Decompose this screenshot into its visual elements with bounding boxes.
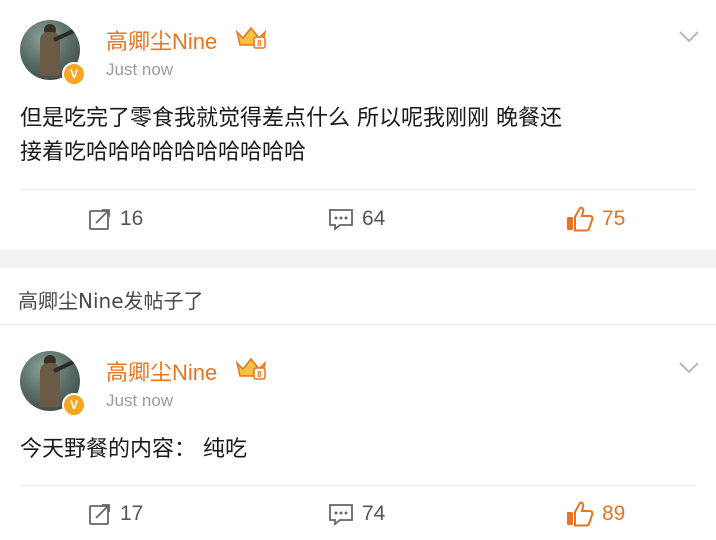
svg-text:8: 8: [257, 39, 262, 48]
post-time: Just now: [106, 391, 174, 410]
comment-icon: [329, 504, 353, 526]
comment-count: 74: [362, 502, 386, 525]
username[interactable]: 高卿尘Nine: [106, 355, 217, 387]
content-line: 今天野餐的内容： 纯吃: [20, 437, 247, 462]
repost-icon: [89, 209, 110, 230]
post-separator: [0, 250, 716, 268]
post-card[interactable]: V 高卿尘Nine 8 Just now 但是吃完了零食我就觉得差点什么 所以呢…: [0, 0, 716, 250]
like-count: 89: [602, 502, 626, 525]
svg-text:8: 8: [257, 370, 262, 379]
repost-button[interactable]: 17: [88, 502, 143, 526]
crown-icon: 8: [235, 26, 267, 49]
post-content: 今天野餐的内容： 纯吃: [20, 433, 247, 467]
like-button[interactable]: 75: [566, 206, 625, 232]
content-line: 接着吃哈哈哈哈哈哈哈哈哈哈: [20, 140, 307, 165]
post-notice[interactable]: 高卿尘Nine发帖子了: [18, 285, 204, 314]
repost-icon: [89, 504, 110, 525]
verified-badge-icon: V: [62, 62, 86, 86]
crown-icon: 8: [235, 357, 267, 380]
repost-count: 17: [120, 502, 144, 525]
divider: [20, 189, 696, 190]
verified-badge-icon: V: [62, 393, 86, 417]
repost-button[interactable]: 16: [88, 207, 143, 231]
comment-icon: [329, 209, 353, 231]
content-line: 但是吃完了零食我就觉得差点什么 所以呢我刚刚 晚餐还: [20, 106, 562, 131]
like-button[interactable]: 89: [566, 501, 625, 527]
divider: [20, 485, 696, 486]
thumbs-up-icon: [567, 501, 594, 527]
repost-count: 16: [120, 207, 144, 230]
comment-button[interactable]: 64: [328, 207, 385, 231]
thumbs-up-icon: [567, 206, 594, 232]
comment-button[interactable]: 74: [328, 502, 385, 526]
chevron-down-icon[interactable]: [678, 30, 700, 44]
like-count: 75: [602, 207, 626, 230]
post-time: Just now: [106, 60, 174, 79]
comment-count: 64: [362, 207, 386, 230]
post-content: 但是吃完了零食我就觉得差点什么 所以呢我刚刚 晚餐还 接着吃哈哈哈哈哈哈哈哈哈哈: [20, 102, 562, 170]
chevron-down-icon[interactable]: [678, 361, 700, 375]
username[interactable]: 高卿尘Nine: [106, 24, 217, 56]
post-card[interactable]: V 高卿尘Nine 8 Just now 今天野餐的内容： 纯吃 17 74 8…: [0, 325, 716, 540]
